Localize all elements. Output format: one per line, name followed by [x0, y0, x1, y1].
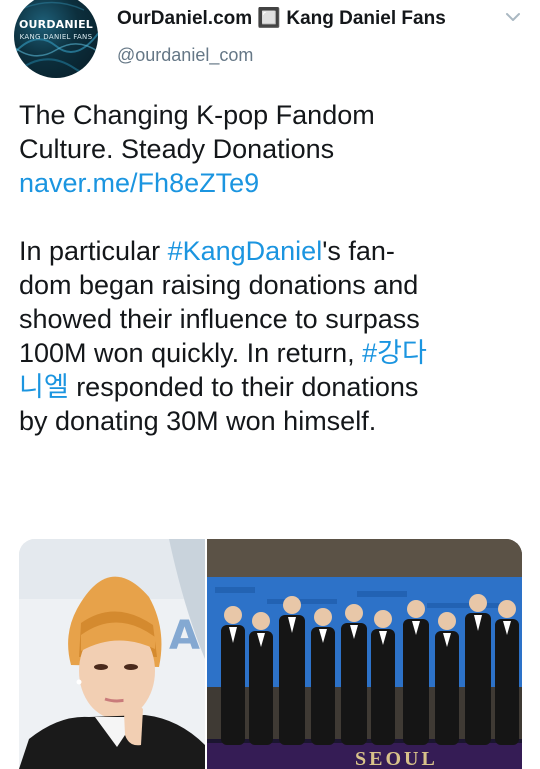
tweet-text-line: dom began raising donations and — [19, 270, 419, 300]
tweet-text-line: The Changing K-pop Fandom — [19, 100, 375, 130]
tweet-text-segment: 100M won quickly. In return, — [19, 338, 363, 368]
hashtag-korean-part1[interactable]: #강다 — [362, 338, 427, 368]
hashtag-kangdaniel[interactable]: #KangDaniel — [168, 236, 323, 266]
photo-portrait[interactable]: A — [19, 539, 205, 769]
hashtag-korean-part2[interactable]: 니엘 — [19, 372, 69, 402]
avatar[interactable]: OURDANIEL KANG DANIEL FANS — [14, 0, 98, 78]
tweet-media[interactable]: A SEOUL — [19, 539, 522, 769]
tweet-text-segment: 's fan- — [322, 236, 395, 266]
tweet-text-segment: In particular — [19, 236, 168, 266]
photo-group[interactable]: SEOUL — [207, 539, 522, 769]
tweet-header: OURDANIEL KANG DANIEL FANS OurDaniel.com… — [0, 0, 540, 95]
author-handle[interactable]: @ourdaniel_com — [117, 45, 253, 66]
tweet-text-line: by donating 30M won himself. — [19, 406, 377, 436]
article-link[interactable]: naver.me/Fh8eZTe9 — [19, 168, 259, 198]
avatar-logo-subtext: KANG DANIEL FANS — [19, 33, 93, 41]
tweet-text-segment: responded to their donations — [68, 372, 419, 402]
svg-text:A: A — [169, 613, 200, 659]
tweet-body: The Changing K-pop Fandom Culture. Stead… — [19, 98, 524, 438]
tweet-text-line: Culture. Steady Donations — [19, 134, 335, 164]
author-display-name[interactable]: OurDaniel.com 🔲 Kang Daniel Fans — [117, 6, 446, 30]
tweet-paragraph-2: In particular #KangDaniel's fan- dom beg… — [19, 234, 524, 438]
chevron-down-icon[interactable] — [505, 10, 521, 24]
avatar-logo-text: OURDANIEL — [18, 18, 94, 31]
banner-text: SEOUL — [355, 748, 438, 769]
tweet-paragraph-1: The Changing K-pop Fandom Culture. Stead… — [19, 98, 524, 200]
tweet-text-line: showed their influence to surpass — [19, 304, 420, 334]
